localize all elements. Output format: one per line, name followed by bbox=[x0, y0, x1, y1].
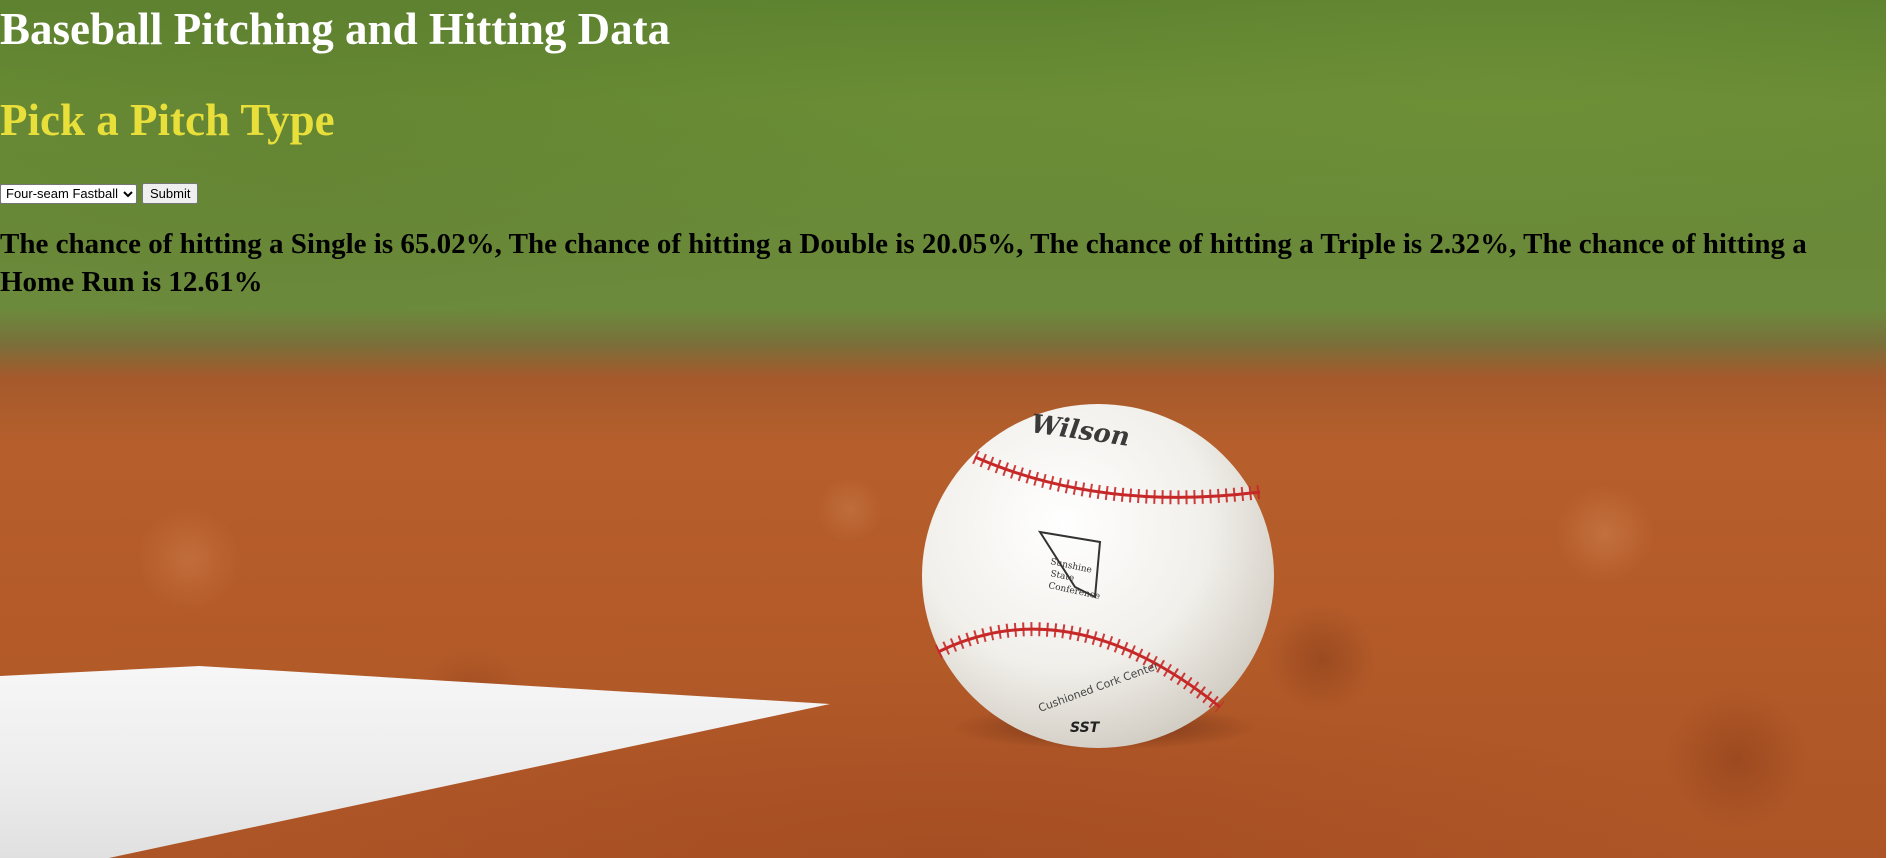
page: Wilson Sunshine State Conference Cushion… bbox=[0, 0, 1888, 858]
baseball-image: Wilson Sunshine State Conference Cushion… bbox=[922, 404, 1274, 748]
svg-text:SST: SST bbox=[1070, 720, 1101, 736]
page-title: Baseball Pitching and Hitting Data bbox=[0, 4, 671, 54]
hit-probability-result: The chance of hitting a Single is 65.02%… bbox=[0, 228, 1807, 298]
pick-pitch-heading: Pick a Pitch Type bbox=[0, 95, 335, 145]
pitch-type-select[interactable]: Four-seam Fastball bbox=[0, 183, 137, 204]
submit-button[interactable]: Submit bbox=[142, 183, 199, 204]
pitch-form: Four-seam Fastball Submit bbox=[0, 183, 199, 204]
